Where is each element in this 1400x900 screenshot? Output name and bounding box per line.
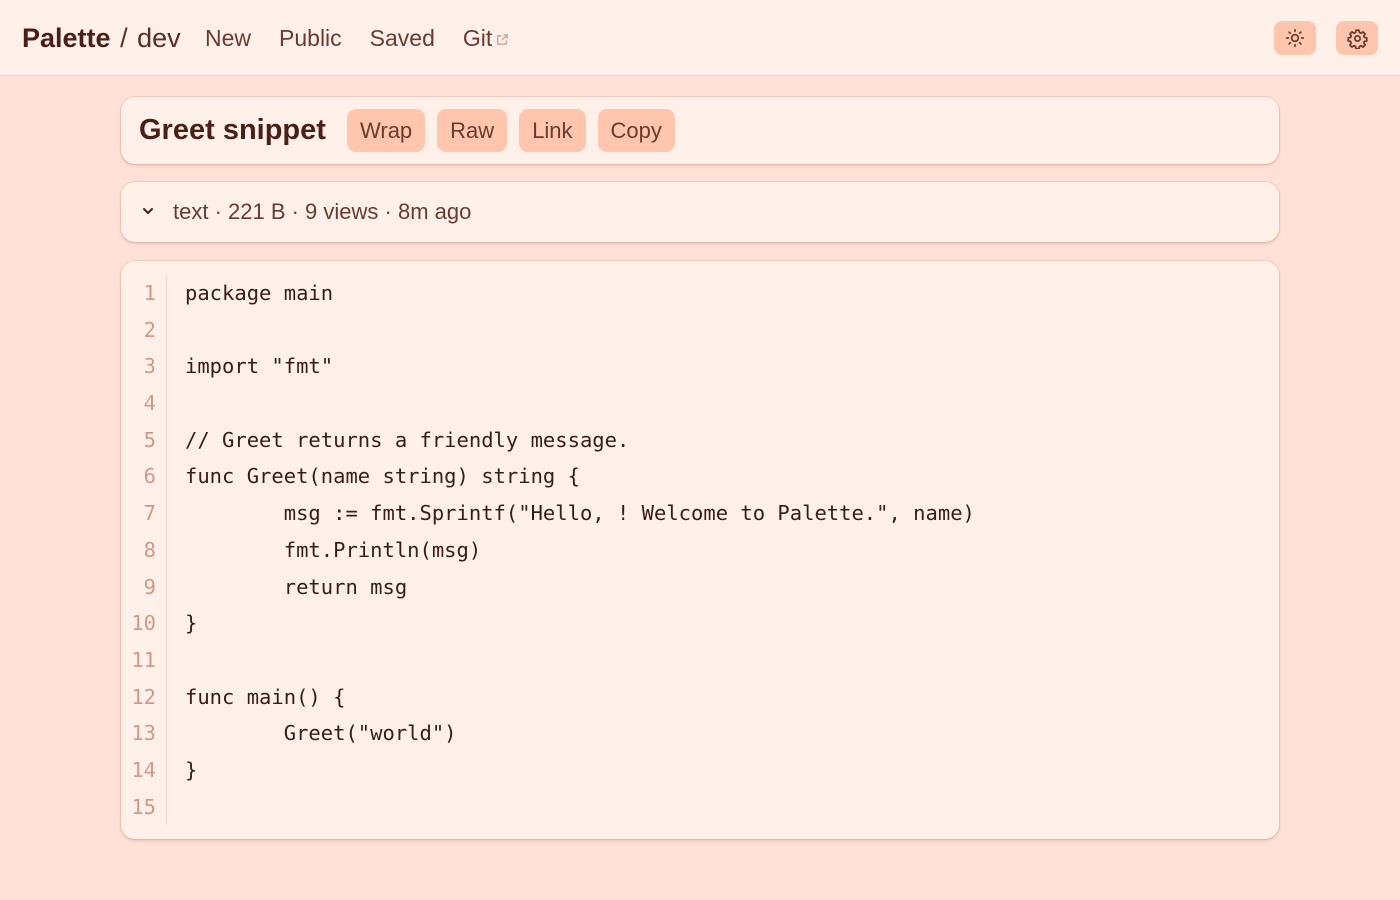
nav-public[interactable]: Public (279, 24, 342, 52)
brand-separator: / (120, 23, 128, 53)
line-content: // Greet returns a friendly message. (185, 427, 630, 452)
snippet-meta-card[interactable]: text · 221 B · 9 views · 8m ago (121, 182, 1279, 242)
line-content: } (185, 757, 198, 782)
nav-new[interactable]: New (205, 24, 251, 52)
brand-sub: dev (137, 23, 181, 53)
line-number: 3 (121, 348, 167, 386)
external-link-icon (497, 34, 509, 46)
code-line: 8 fmt.Println(msg) (121, 531, 1279, 569)
line-number: 10 (121, 605, 167, 642)
raw-button[interactable]: Raw (437, 109, 508, 152)
line-content: fmt.Println(msg) (185, 537, 482, 562)
brand[interactable]: Palette / dev (22, 22, 181, 54)
line-content: msg := fmt.Sprintf("Hello, ! Welcome to … (185, 501, 975, 526)
copy-button[interactable]: Copy (597, 109, 675, 152)
wrap-button[interactable]: Wrap (347, 109, 426, 152)
code-line: 15 (121, 788, 1279, 826)
line-number: 5 (121, 421, 167, 459)
line-content: import "fmt" (185, 354, 334, 379)
line-number: 7 (121, 495, 167, 532)
sun-icon (1285, 28, 1305, 48)
code-line: 12 func main() { (121, 678, 1279, 716)
main-nav: New Public Saved Git (205, 24, 509, 52)
nav-git[interactable]: Git (463, 24, 509, 52)
line-content: package main (185, 281, 334, 305)
line-number: 12 (121, 678, 167, 716)
line-number: 15 (121, 788, 167, 826)
settings-button[interactable] (1336, 21, 1378, 55)
snippet-actions: Wrap Raw Link Copy (347, 109, 675, 152)
gear-icon (1346, 28, 1368, 49)
link-button[interactable]: Link (519, 109, 586, 152)
line-content: func Greet(name string) string { (185, 464, 580, 489)
line-content: func main() { (185, 684, 346, 709)
line-content: return msg (185, 574, 408, 599)
line-number: 11 (121, 641, 167, 679)
code-line: 10} (121, 605, 1279, 642)
theme-toggle-button[interactable] (1274, 21, 1316, 55)
chevron-down-icon[interactable] (141, 204, 155, 218)
code-line: 2 (121, 311, 1279, 349)
brand-name: Palette (22, 23, 111, 53)
nav-git-label: Git (462, 25, 493, 51)
code-line: 1 package main (121, 275, 1279, 312)
line-number: 6 (121, 458, 167, 496)
snippet-title-card: Greet snippet Wrap Raw Link Copy (121, 97, 1279, 164)
line-content: } (185, 611, 198, 636)
nav-saved[interactable]: Saved (370, 24, 435, 52)
code-line: 5 // Greet returns a friendly message. (121, 421, 1279, 459)
line-number: 9 (121, 568, 167, 606)
code-line: 7 msg := fmt.Sprintf("Hello, ! Welcome t… (121, 495, 1279, 532)
line-content: Greet("world") (185, 721, 457, 746)
line-number: 13 (121, 715, 167, 752)
snippet-meta: text · 221 B · 9 views · 8m ago (173, 199, 472, 224)
code-line: 3 import "fmt" (121, 348, 1279, 386)
code-line: 14} (121, 751, 1279, 789)
line-number: 8 (121, 531, 167, 569)
line-number: 14 (121, 751, 167, 789)
top-bar: Palette / dev New Public Saved Git (0, 0, 1400, 76)
snippet-title: Greet snippet (139, 114, 326, 146)
code-viewer: 1 package main 2 3 import "fmt" 4 5 // Greet re… (121, 261, 1279, 839)
code-block: 1 package main 2 3 import "fmt" 4 5 // Greet re… (121, 275, 1279, 826)
line-number: 1 (121, 275, 167, 312)
code-line: 4 (121, 385, 1279, 422)
line-number: 4 (121, 385, 167, 422)
code-line: 11 (121, 641, 1279, 679)
code-line: 6 func Greet(name string) string { (121, 458, 1279, 496)
code-line: 13 Greet("world") (121, 715, 1279, 752)
code-line: 9 return msg (121, 568, 1279, 606)
line-number: 2 (121, 311, 167, 349)
